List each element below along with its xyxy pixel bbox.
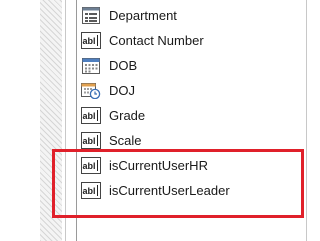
field-label: DOB <box>109 58 138 73</box>
text-field-icon: abl <box>81 182 101 199</box>
date-field-icon <box>82 58 100 74</box>
divider-line <box>306 0 307 241</box>
field-list: Department abl Contact Number DOB DOJ ab… <box>77 3 306 203</box>
field-label: DOJ <box>109 83 135 98</box>
field-label: Scale <box>109 133 142 148</box>
field-label: isCurrentUserHR <box>109 158 208 173</box>
field-item-grade[interactable]: abl Grade <box>77 103 306 128</box>
field-item-dob[interactable]: DOB <box>77 53 306 78</box>
svg-text:abl: abl <box>83 36 96 46</box>
field-item-is-current-user-leader[interactable]: abl isCurrentUserLeader <box>77 178 306 203</box>
field-item-doj[interactable]: DOJ <box>77 78 306 103</box>
datetime-field-icon <box>81 83 101 99</box>
text-field-icon: abl <box>81 157 101 174</box>
text-field-icon: abl <box>81 132 101 149</box>
field-item-scale[interactable]: abl Scale <box>77 128 306 153</box>
field-item-contact-number[interactable]: abl Contact Number <box>77 28 306 53</box>
field-label: isCurrentUserLeader <box>109 183 230 198</box>
svg-text:abl: abl <box>83 136 96 146</box>
text-field-icon: abl <box>81 107 101 124</box>
left-margin <box>0 0 40 241</box>
list-field-icon <box>82 7 100 24</box>
field-item-is-current-user-hr[interactable]: abl isCurrentUserHR <box>77 153 306 178</box>
svg-text:abl: abl <box>83 111 96 121</box>
field-label: Department <box>109 8 177 23</box>
field-item-department[interactable]: Department <box>77 3 306 28</box>
svg-text:abl: abl <box>83 186 96 196</box>
text-field-icon: abl <box>81 32 101 49</box>
field-label: Grade <box>109 108 146 123</box>
field-label: Contact Number <box>109 33 204 48</box>
hatched-gutter <box>40 0 62 241</box>
divider-line <box>65 0 66 241</box>
svg-text:abl: abl <box>83 161 96 171</box>
